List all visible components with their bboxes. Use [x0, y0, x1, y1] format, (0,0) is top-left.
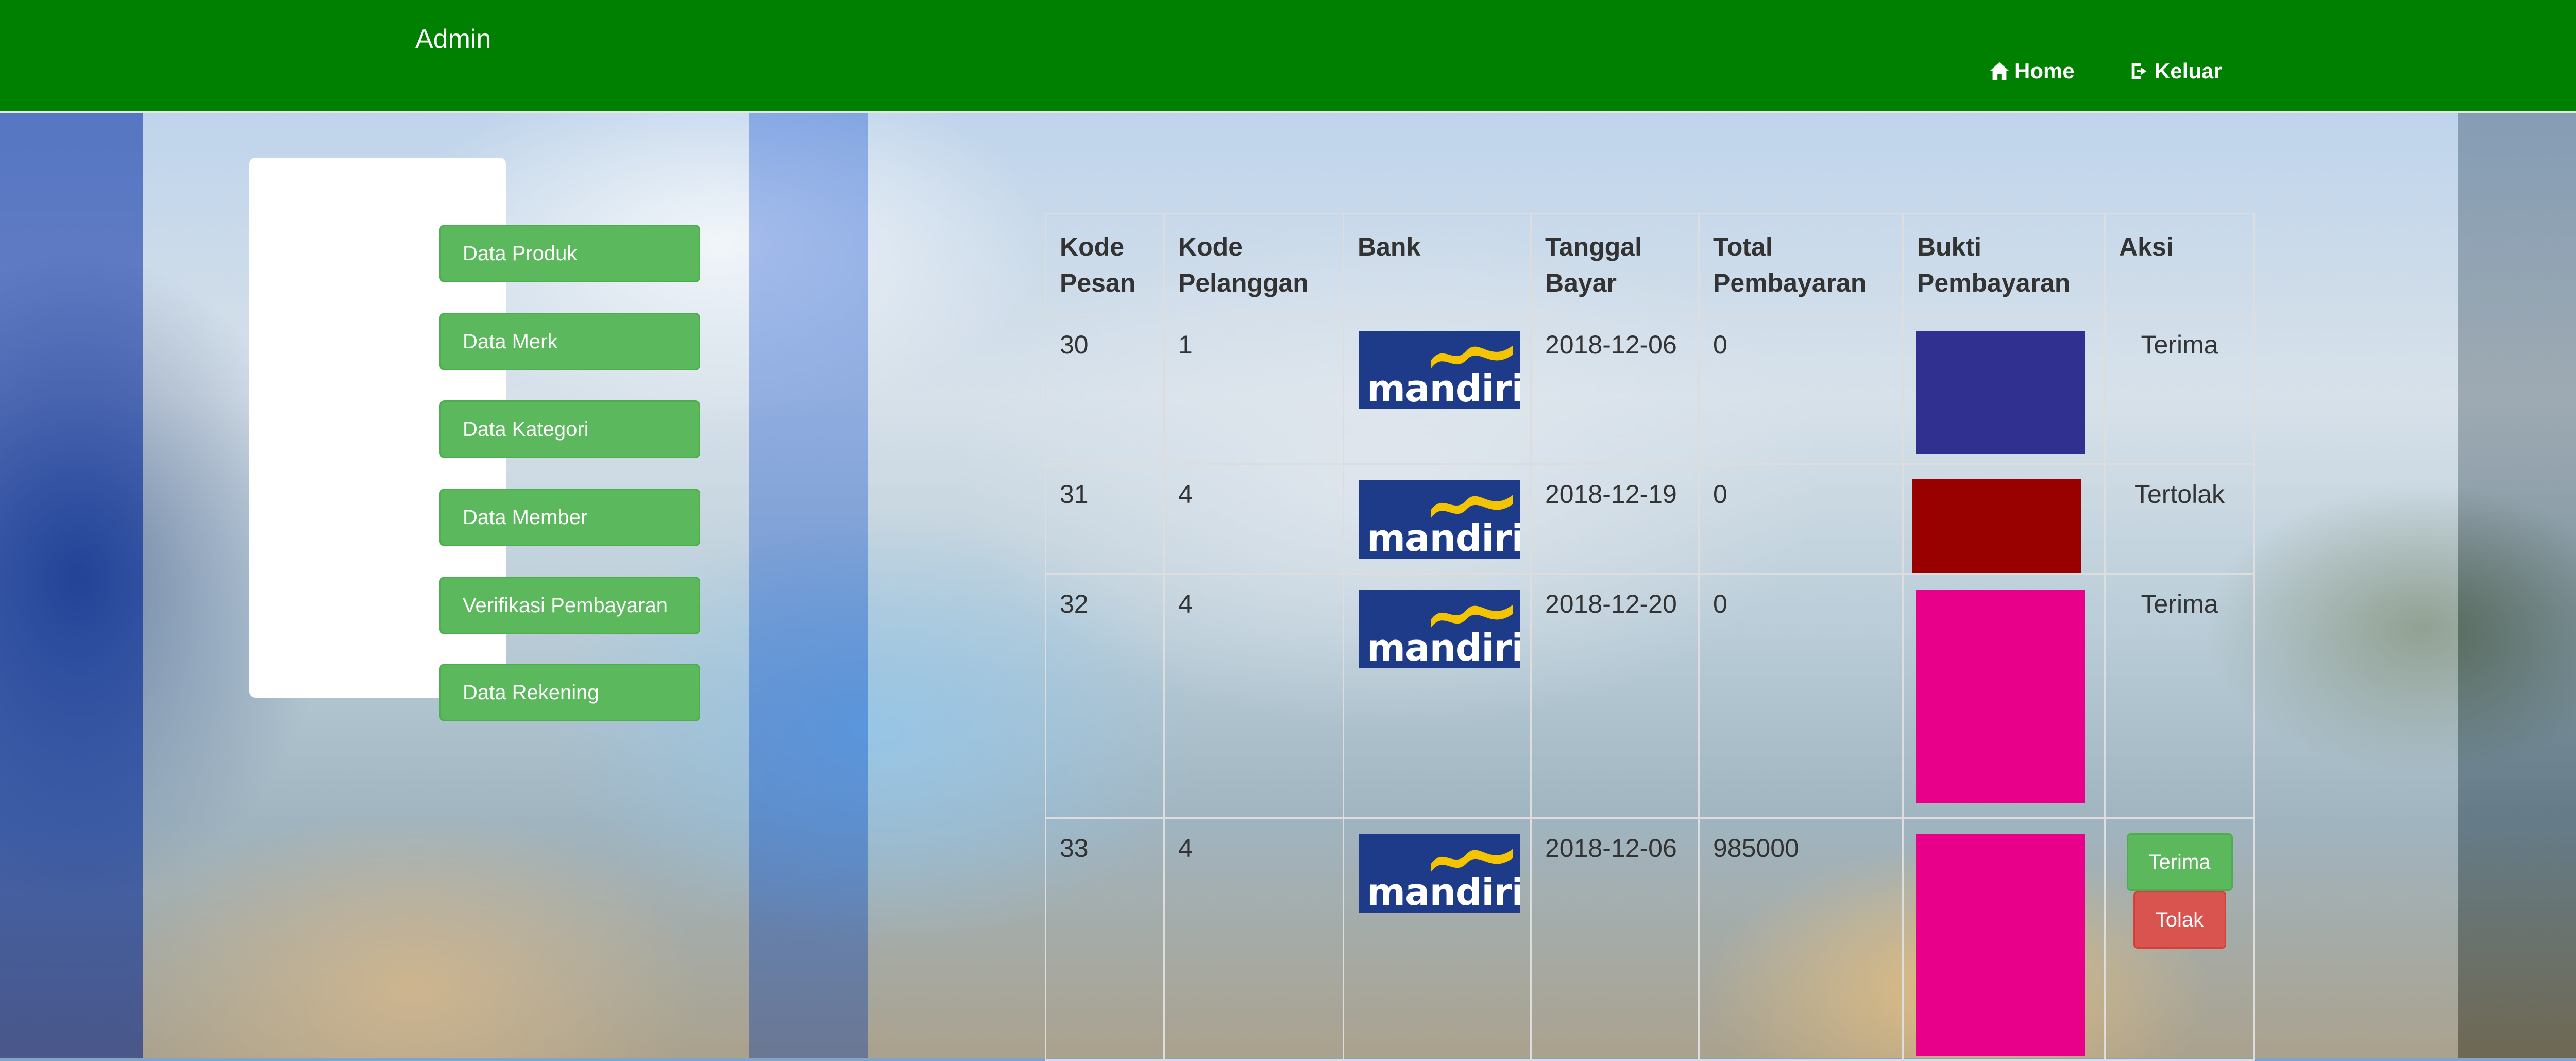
nav-logout-link[interactable]: Keluar	[2128, 59, 2222, 83]
mandiri-wave-icon	[1431, 604, 1513, 628]
table-row: 31 4 mandiri 2018-12-19 0 Tertolak	[1045, 463, 2255, 575]
sidebar-item-data-kategori[interactable]: Data Kategori	[439, 400, 700, 458]
mandiri-wave-icon	[1431, 849, 1513, 872]
accept-button[interactable]: Terima	[2126, 833, 2233, 891]
payment-proof-image[interactable]	[1912, 479, 2081, 573]
bank-logo-text: mandiri	[1367, 870, 1520, 913]
cell-kode-pesan: 31	[1045, 463, 1165, 575]
cell-bank: mandiri	[1343, 314, 1532, 465]
payment-proof-image[interactable]	[1916, 590, 2085, 803]
bank-logo: mandiri	[1359, 480, 1520, 559]
brand-title[interactable]: Admin	[415, 24, 491, 55]
background-strip	[0, 113, 143, 1058]
cell-total-pembayaran: 0	[1698, 573, 1904, 819]
sidebar-item-data-rekening[interactable]: Data Rekening	[439, 664, 700, 721]
bank-logo-text: mandiri	[1367, 626, 1520, 668]
nav-logout-label: Keluar	[2155, 59, 2222, 83]
cell-kode-pesan: 32	[1045, 573, 1165, 819]
mandiri-wave-icon	[1431, 345, 1513, 369]
background-strip	[749, 113, 868, 1058]
cell-bukti-pembayaran	[1902, 817, 2106, 1061]
bank-logo-text: mandiri	[1367, 516, 1520, 559]
cell-tanggal-bayar: 2018-12-19	[1530, 463, 1700, 575]
cell-kode-pelanggan: 4	[1163, 817, 1344, 1061]
cell-aksi: Terima	[2104, 573, 2255, 819]
header-aksi: Aksi	[2104, 213, 2255, 315]
background-strip	[2458, 113, 2576, 1058]
bank-logo: mandiri	[1359, 331, 1520, 409]
header-kode-pesan: Kode Pesan	[1045, 213, 1165, 315]
logout-icon	[2131, 63, 2147, 79]
payment-proof-image[interactable]	[1916, 331, 2085, 454]
home-icon	[1989, 62, 2010, 80]
cell-kode-pelanggan: 1	[1163, 314, 1344, 465]
cell-tanggal-bayar: 2018-12-06	[1530, 817, 1700, 1061]
navbar: Admin Home Keluar	[0, 0, 2576, 113]
bank-logo: mandiri	[1359, 834, 1520, 913]
header-bank: Bank	[1343, 213, 1532, 315]
cell-kode-pesan: 33	[1045, 817, 1165, 1061]
cell-kode-pelanggan: 4	[1163, 573, 1344, 819]
header-bukti-pembayaran: Bukti Pembayaran	[1902, 213, 2106, 315]
cell-kode-pelanggan: 4	[1163, 463, 1344, 575]
header-total-pembayaran: Total Pembayaran	[1698, 213, 1904, 315]
table-header-row: Kode Pesan Kode Pelanggan Bank Tanggal B…	[1045, 213, 2255, 315]
sidebar-item-data-member[interactable]: Data Member	[439, 489, 700, 546]
bank-logo-text: mandiri	[1367, 367, 1520, 409]
payment-proof-image[interactable]	[1916, 834, 2085, 1056]
cell-kode-pesan: 30	[1045, 314, 1165, 465]
mandiri-wave-icon	[1431, 495, 1513, 518]
cell-aksi: Terima Tolak	[2104, 817, 2255, 1061]
table-row: 33 4 mandiri 2018-12-06 985000 Terima To…	[1045, 817, 2255, 1061]
cell-bukti-pembayaran	[1902, 463, 2106, 575]
nav-home-link[interactable]: Home	[1988, 59, 2075, 83]
header-tanggal-bayar: Tanggal Bayar	[1530, 213, 1700, 315]
cell-total-pembayaran: 985000	[1698, 817, 1904, 1061]
header-kode-pelanggan: Kode Pelanggan	[1163, 213, 1344, 315]
sidebar-item-verifikasi-pembayaran[interactable]: Verifikasi Pembayaran	[439, 577, 700, 634]
reject-button[interactable]: Tolak	[2133, 891, 2226, 949]
cell-bank: mandiri	[1343, 817, 1532, 1061]
bank-logo: mandiri	[1359, 590, 1520, 668]
cell-tanggal-bayar: 2018-12-20	[1530, 573, 1700, 819]
cell-tanggal-bayar: 2018-12-06	[1530, 314, 1700, 465]
payment-table: Kode Pesan Kode Pelanggan Bank Tanggal B…	[1045, 213, 2255, 1061]
cell-bank: mandiri	[1343, 573, 1532, 819]
sidebar-item-data-merk[interactable]: Data Merk	[439, 313, 700, 370]
cell-aksi: Tertolak	[2104, 463, 2255, 575]
nav-home-label: Home	[2014, 59, 2075, 83]
cell-total-pembayaran: 0	[1698, 463, 1904, 575]
cell-bank: mandiri	[1343, 463, 1532, 575]
cell-bukti-pembayaran	[1902, 573, 2106, 819]
cell-aksi: Terima	[2104, 314, 2255, 465]
cell-bukti-pembayaran	[1902, 314, 2106, 465]
cell-total-pembayaran: 0	[1698, 314, 1904, 465]
sidebar-item-data-produk[interactable]: Data Produk	[439, 225, 700, 282]
table-row: 30 1 mandiri 2018-12-06 0 Terima	[1045, 314, 2255, 465]
table-row: 32 4 mandiri 2018-12-20 0 Terima	[1045, 573, 2255, 819]
